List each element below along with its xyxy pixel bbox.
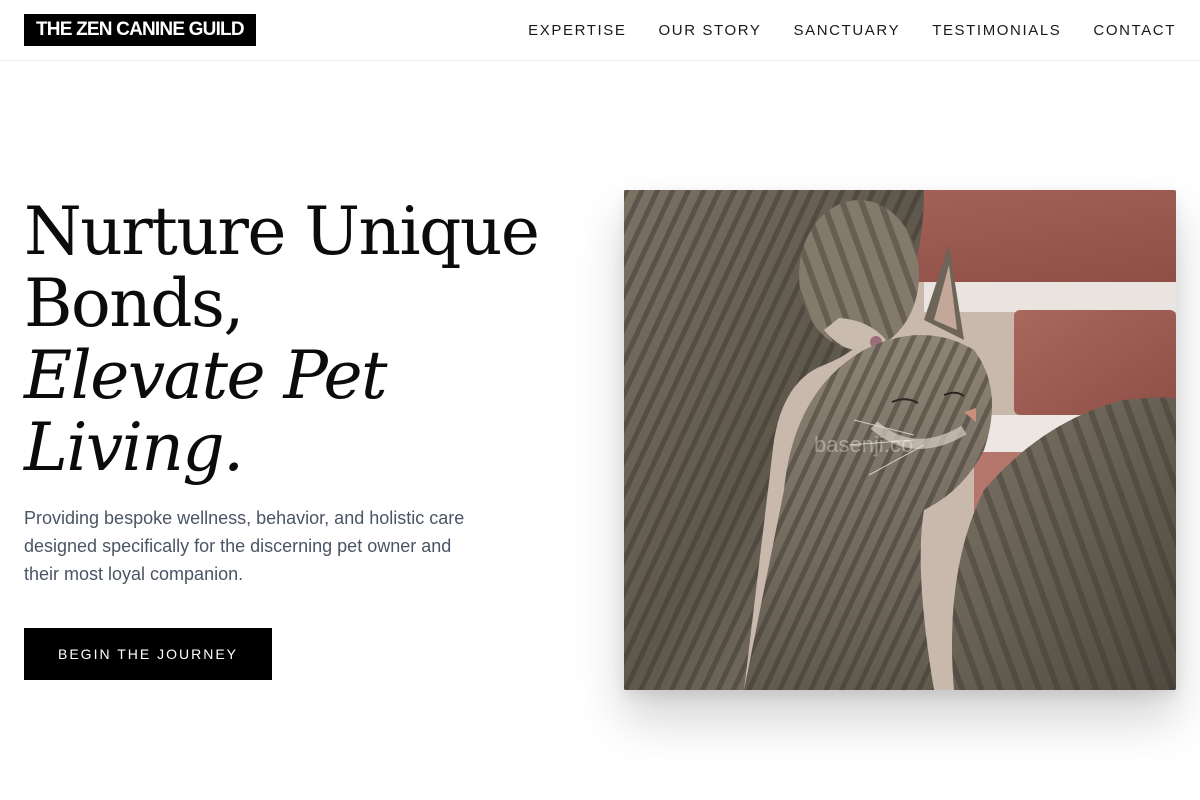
hero-image-cats: basenji.co bbox=[624, 190, 1176, 690]
site-header: THE ZEN CANINE GUILD EXPERTISE OUR STORY… bbox=[0, 0, 1200, 61]
headline-line: Bonds, bbox=[24, 265, 244, 342]
nav-link-contact[interactable]: CONTACT bbox=[1093, 22, 1176, 39]
image-watermark: basenji.co bbox=[814, 432, 913, 457]
nav-link-testimonials[interactable]: TESTIMONIALS bbox=[932, 22, 1061, 39]
hero-description: Providing bespoke wellness, behavior, an… bbox=[24, 508, 465, 584]
begin-journey-button[interactable]: BEGIN THE JOURNEY bbox=[24, 628, 272, 680]
headline-line: Nurture Unique bbox=[24, 193, 540, 270]
nav-link-our-story[interactable]: OUR STORY bbox=[659, 22, 762, 39]
cats-illustration: basenji.co bbox=[624, 190, 1176, 690]
hero-text: Nurture Unique Bonds, Elevate Pet Living… bbox=[24, 196, 584, 588]
hero-headline: Nurture Unique Bonds, Elevate Pet Living… bbox=[24, 196, 584, 484]
site-logo[interactable]: THE ZEN CANINE GUILD bbox=[24, 14, 256, 46]
headline-italic-line: Elevate Pet bbox=[24, 337, 388, 414]
main-nav: EXPERTISE OUR STORY SANCTUARY TESTIMONIA… bbox=[528, 0, 1176, 60]
nav-link-expertise[interactable]: EXPERTISE bbox=[528, 22, 626, 39]
headline-italic-line: Living. bbox=[24, 409, 244, 486]
nav-link-sanctuary[interactable]: SANCTUARY bbox=[794, 22, 901, 39]
